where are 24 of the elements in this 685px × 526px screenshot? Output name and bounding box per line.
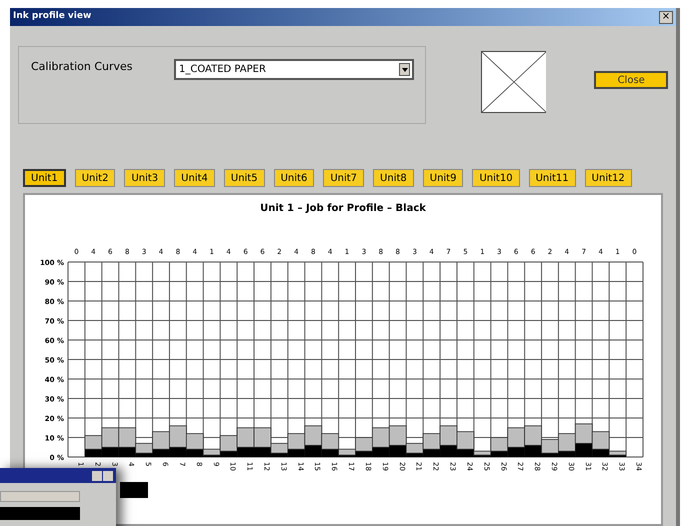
input-field[interactable] [0,491,80,502]
unit-tab[interactable]: Unit4 [174,169,215,187]
field-label: Calibration Curves [31,59,134,75]
unit-tab[interactable]: Unit10 [472,169,520,187]
unit-tab[interactable]: Unit7 [323,169,364,187]
unit-tab[interactable]: Unit11 [528,169,576,187]
unit-tab[interactable]: Unit5 [224,169,265,187]
calibration-dropdown[interactable]: 1_COATED PAPER [174,59,414,80]
close-window-button[interactable]: × [659,10,673,24]
unit-tab[interactable]: Unit1 [23,169,66,187]
minimize-icon[interactable] [92,470,102,480]
filled-panel [120,482,148,498]
unit-tab[interactable]: Unit9 [422,169,464,187]
input-field[interactable] [0,507,80,520]
unit-tab[interactable]: Unit2 [74,169,116,187]
image-placeholder-icon [480,51,546,113]
window-title: Ink profile view [13,10,92,24]
close-icon[interactable] [103,470,113,480]
chart-title: Unit 1 – Job for Profile – Black [260,202,426,216]
unit-tab[interactable]: Unit3 [124,169,166,187]
close-button[interactable]: Close [594,71,668,89]
unit-tab[interactable]: Unit6 [274,169,314,187]
unit-tab[interactable]: Unit8 [373,169,414,187]
unit-tab[interactable]: Unit12 [584,169,632,187]
